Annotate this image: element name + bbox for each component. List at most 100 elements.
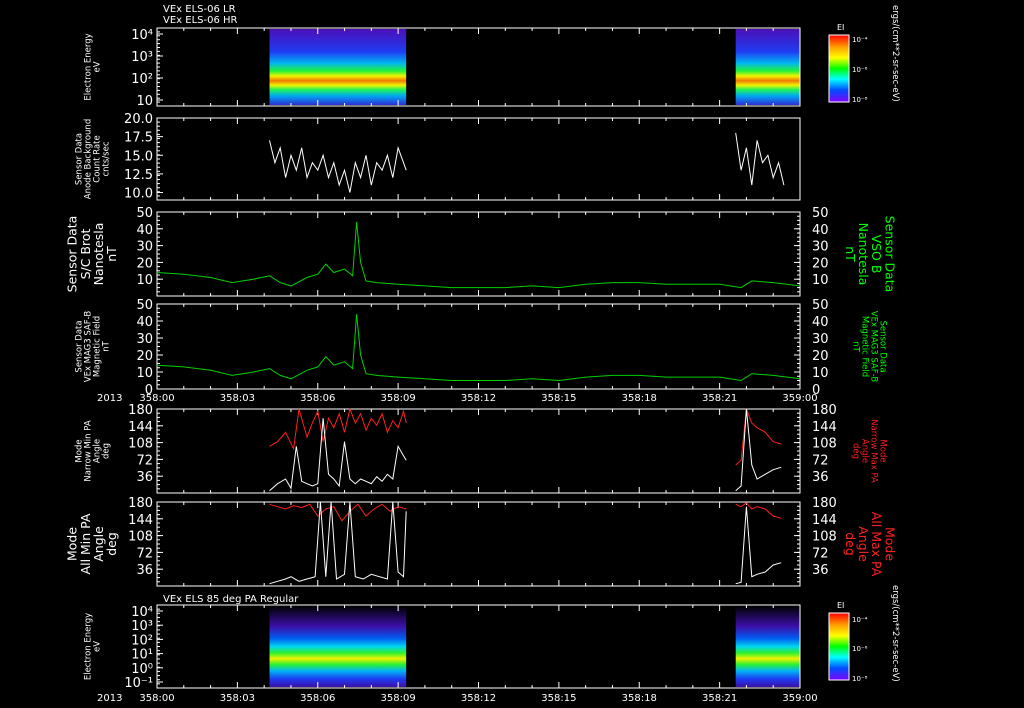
colorbar-top-gradient [828, 34, 850, 103]
p3-ytick-right-label-1: 40 [812, 223, 829, 238]
p6-frame [156, 501, 801, 587]
p6-ytick-label-3: 72 [136, 546, 153, 561]
p3-ylabel: Sensor DataS/C BrotNanoteslanT [65, 216, 119, 293]
p7-spectrogram-block-1 [735, 606, 800, 687]
timeaxis1-tick-3: 358:09 [381, 393, 416, 404]
p6-series-0-seg-0 [269, 503, 407, 522]
timeaxis2-tick-4: 358:12 [461, 693, 496, 704]
p5-ytick-label-1: 144 [128, 420, 153, 435]
p3-ytick-right-label-0: 50 [812, 206, 829, 221]
p7-title: VEx ELS 85 deg PA Regular [163, 594, 299, 605]
colorbar-top-title: EI [837, 23, 844, 32]
p2-series-0-seg-0 [269, 140, 407, 193]
p4-ylabel: Sensor DataVEx MAG3 SAF-BMagnetic Fieldn… [75, 311, 112, 383]
timeaxis2-tick-2: 358:06 [300, 693, 335, 704]
header-title-line1: VEx ELS-06 LR [163, 4, 236, 15]
p7-frame [156, 604, 801, 689]
p1-ytick-label-3: 10 [136, 94, 153, 109]
colorbar-bottom: EI 10⁻⁴ 10⁻⁶ 10⁻⁸ ergs/(cm**2-sr-sec-eV) [828, 585, 900, 683]
p5-series-1-seg-0 [269, 418, 407, 492]
p5-ytick-right-label-3: 72 [812, 453, 829, 468]
p5-series-0-seg-1 [735, 408, 782, 466]
timeaxis1-tick-1: 358:03 [220, 393, 255, 404]
timeaxis2-tick-1: 358:03 [220, 693, 255, 704]
p7-ytick-label-3: 10¹ [131, 648, 153, 663]
panel-p7: 10⁴10³10²10¹10⁰10⁻¹ Electron EnergyeV VEx … [84, 594, 801, 691]
plot-stage: VEx ELS-06 LR VEx ELS-06 HR 10⁴10³10²10E… [65, 4, 900, 704]
p1-spectrogram-block-0 [269, 29, 407, 105]
timeaxis1-tick-2: 358:06 [300, 393, 335, 404]
timeaxis1-tick-4: 358:12 [461, 393, 496, 404]
p3-frame [156, 211, 801, 297]
p4-ytick-right-label-0: 50 [812, 298, 829, 313]
p3-ytick-label-4: 10 [136, 273, 153, 288]
colorbar-bottom-tick-2: 10⁻⁸ [852, 675, 868, 683]
timeaxis2-tick-7: 358:21 [702, 693, 737, 704]
timeaxis2-year-label: 2013 [97, 693, 122, 704]
p5-right-label: ModeNarrow Max PAAngledeg [851, 419, 888, 483]
p5-ylabel: ModeNarrow Min PAAngledeg [75, 420, 112, 481]
p7-ytick-label-5: 10⁻¹ [124, 676, 153, 691]
p7-ytick-label-1: 10³ [131, 619, 153, 634]
p6-ytick-right-label-1: 144 [812, 513, 837, 528]
timeaxis1-year-label: 2013 [97, 393, 122, 404]
p5-series-0-seg-0 [269, 407, 407, 451]
colorbar-bottom-title: EI [837, 601, 844, 610]
p6-ytick-right-label-0: 180 [812, 496, 837, 511]
colorbar-bottom-units: ergs/(cm**2-sr-sec-eV) [890, 585, 900, 682]
p4-ytick-right-label-4: 10 [812, 366, 829, 381]
p3-ytick-right-label-3: 20 [812, 256, 829, 271]
p7-ytick-label-4: 10⁰ [131, 662, 153, 677]
p5-ytick-label-3: 72 [136, 453, 153, 468]
p3-ytick-label-3: 20 [136, 256, 153, 271]
p4-series-0-seg-0 [156, 314, 801, 382]
p7-ytick-label-2: 10² [131, 633, 153, 648]
p1-spectrogram-block-1 [735, 29, 800, 105]
p5-ytick-label-0: 180 [128, 403, 153, 418]
p5-ytick-label-4: 36 [136, 470, 153, 485]
p4-right-label: Sensor DataVEx MAG3 SAF-BMagnetic Fieldn… [851, 311, 888, 383]
p2-series-0-seg-1 [735, 132, 785, 186]
panel-p3: 50 5040 4030 3020 2010 10Sensor DataS/C BrotN… [65, 206, 897, 297]
p1-ytick-label-1: 10³ [131, 50, 153, 65]
p3-ytick-right-label-2: 30 [812, 240, 829, 255]
p4-ytick-right-label-2: 30 [812, 332, 829, 347]
p5-ytick-right-label-2: 108 [812, 437, 837, 452]
timeaxis1-tick-6: 358:18 [622, 393, 657, 404]
p6-ylabel: ModeAll Min PAAngledeg [65, 513, 119, 574]
panel-p1: 10⁴ 10³ 10² 10 Electron EnergyeV [84, 27, 801, 109]
colorbar-bottom-gradient [828, 612, 850, 681]
p6-ytick-right-label-2: 108 [812, 530, 837, 545]
timeaxis2-tick-3: 358:09 [381, 693, 416, 704]
timeaxis1-tick-7: 358:21 [702, 393, 737, 404]
p4-ytick-label-0: 50 [136, 298, 153, 313]
timeaxis1-tick-5: 358:15 [541, 393, 576, 404]
colorbar-bottom-tick-0: 10⁻⁴ [852, 616, 868, 624]
p6-ytick-label-0: 180 [128, 496, 153, 511]
p3-right-label: Sensor DataVSO BNanoteslanT [843, 216, 897, 293]
panel-p2: 20.0 17.5 15.0 12.5 10.0 Sensor DataAnode Bac… [75, 112, 801, 202]
p7-spectrogram-block-0 [269, 606, 407, 687]
p3-series-0-seg-0 [156, 222, 801, 289]
panels: 10⁴10³10²10Electron EnergyeV20.017.515.0… [65, 27, 897, 691]
timeaxis1-tick-0: 358:00 [139, 393, 174, 404]
timeaxis1-tick-8: 359:00 [782, 393, 817, 404]
p2-ytick-label-4: 10.0 [124, 187, 153, 202]
panel-p4: 50 5040 4030 3020 2010 100 0Sensor DataVEx MAG… [75, 298, 888, 398]
p1-ytick-label-0: 10⁴ [131, 28, 153, 43]
p5-ytick-label-2: 108 [128, 437, 153, 452]
p6-ytick-label-1: 144 [128, 513, 153, 528]
p5-frame [156, 408, 801, 494]
p6-ytick-right-label-4: 36 [812, 563, 829, 578]
p6-ytick-label-4: 36 [136, 563, 153, 578]
p6-ytick-label-2: 108 [128, 530, 153, 545]
p3-ytick-right-label-4: 10 [812, 273, 829, 288]
p6-series-1-seg-1 [735, 506, 782, 585]
p3-ytick-label-0: 50 [136, 206, 153, 221]
p2-ytick-label-3: 12.5 [124, 168, 153, 183]
timeaxis2-tick-5: 358:15 [541, 693, 576, 704]
p2-ytick-label-2: 15.0 [124, 149, 153, 164]
colorbar-top-tick-2: 10⁻⁸ [852, 96, 868, 104]
panel-p5: 180 180144 144108 10872 7236 36ModeNarrow Min… [75, 403, 888, 494]
colorbar-top-tick-0: 10⁻⁴ [852, 36, 868, 44]
